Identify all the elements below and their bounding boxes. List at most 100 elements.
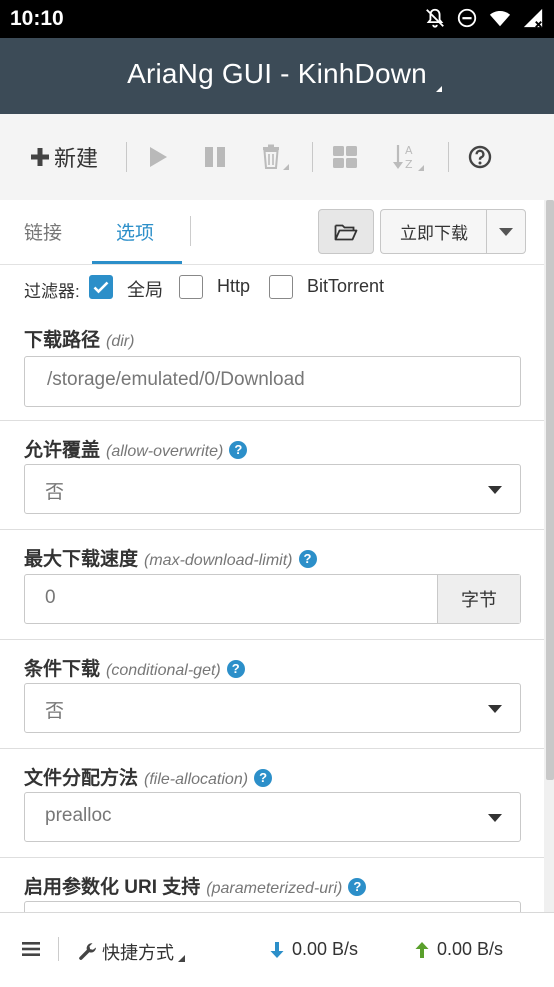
allow-overwrite-value: 否 [45, 482, 65, 503]
title-dropdown-icon[interactable] [436, 86, 442, 92]
shortcuts-label: 快捷方式 [102, 943, 174, 963]
menu-icon [22, 942, 40, 956]
option-title: 下载路径 (dir) [24, 325, 134, 352]
option-name: 下载路径 [24, 330, 101, 351]
help-icon[interactable]: ? [298, 550, 317, 568]
option-key: (file-allocation) [144, 771, 249, 788]
menu-button[interactable] [22, 941, 40, 962]
file-allocation-select[interactable]: prealloc [24, 792, 521, 842]
play-icon [150, 147, 167, 167]
upload-speed: 0.00 B/s [413, 939, 503, 960]
wrench-icon [79, 943, 96, 960]
trash-icon [263, 144, 289, 170]
download-now-button[interactable]: 立即下载 [380, 209, 487, 254]
checkmark-icon [93, 281, 109, 294]
option-name: 文件分配方法 [24, 768, 139, 789]
option-key: (conditional-get) [106, 662, 221, 679]
app-title[interactable]: AriaNg GUI - KinhDown [0, 58, 554, 90]
option-conditional-get: 条件下载 (conditional-get)? 否 [0, 640, 544, 749]
max-download-limit-value: 0 [45, 587, 56, 608]
status-time: 10:10 [10, 7, 64, 30]
new-task-tabs: 链接 选项 立即下载 [0, 200, 544, 264]
option-dir: 下载路径 (dir) /storage/emulated/0/Download [0, 311, 544, 421]
tabs-divider [190, 216, 191, 246]
option-key: (max-download-limit) [144, 552, 293, 569]
help-icon[interactable]: ? [226, 660, 245, 678]
upload-speed-value: 0.00 B/s [437, 939, 504, 959]
filter-global-label: 全局 [127, 280, 163, 300]
caret-down-icon [488, 486, 502, 494]
toolbar-divider [312, 142, 313, 172]
allow-overwrite-select[interactable]: 否 [24, 464, 521, 514]
pause-icon [205, 147, 225, 167]
filter-http-checkbox[interactable] [179, 275, 203, 299]
status-bar: 10:10 [0, 0, 554, 38]
sort-button[interactable]: AZ [392, 140, 426, 174]
option-title: 最大下载速度 (max-download-limit)? [24, 544, 317, 571]
download-options-dropdown[interactable] [486, 209, 526, 254]
parameterized-uri-select[interactable] [24, 901, 521, 912]
footer-divider [58, 937, 59, 961]
new-task-button[interactable]: 新建 [30, 140, 98, 174]
filter-bittorrent-label: BitTorrent [307, 276, 385, 296]
caret-corner-icon [178, 954, 185, 962]
filter-bittorrent-checkbox[interactable] [269, 275, 293, 299]
filter-global-checkbox[interactable] [89, 275, 113, 299]
arrow-down-icon [270, 941, 284, 958]
option-name: 启用参数化 URI 支持 [24, 877, 201, 898]
signal-icon [523, 8, 543, 28]
option-title: 启用参数化 URI 支持 (parameterized-uri)? [24, 872, 367, 899]
help-icon[interactable]: ? [348, 878, 367, 896]
tab-options[interactable]: 选项 [116, 218, 154, 245]
option-name: 允许覆盖 [24, 440, 101, 461]
option-file-allocation: 文件分配方法 (file-allocation)? prealloc [0, 749, 544, 858]
download-speed-value: 0.00 B/s [292, 939, 359, 959]
toolbar-divider [126, 142, 127, 172]
plus-icon [31, 148, 49, 166]
conditional-get-select[interactable]: 否 [24, 683, 521, 733]
grid-icon [333, 146, 357, 168]
filter-http-label: Http [217, 276, 251, 296]
svg-text:Z: Z [405, 158, 413, 171]
download-speed: 0.00 B/s [268, 939, 358, 960]
tab-links[interactable]: 链接 [24, 218, 62, 245]
delete-button[interactable] [258, 140, 292, 174]
help-icon[interactable]: ? [254, 769, 273, 787]
option-name: 最大下载速度 [24, 549, 139, 570]
status-footer: 快捷方式 0.00 B/s 0.00 B/s [0, 912, 554, 987]
dir-input[interactable]: /storage/emulated/0/Download [24, 356, 521, 407]
folder-open-icon [334, 224, 358, 240]
open-file-button[interactable] [318, 209, 374, 254]
notifications-off-icon [426, 8, 444, 28]
shortcuts-button[interactable]: 快捷方式 [78, 939, 185, 965]
option-parameterized-uri: 启用参数化 URI 支持 (parameterized-uri)? [0, 858, 544, 912]
wifi-icon [489, 11, 511, 27]
option-key: (parameterized-uri) [206, 880, 343, 897]
file-allocation-value: prealloc [45, 805, 112, 826]
pause-button[interactable] [202, 140, 228, 174]
sort-alpha-icon: AZ [393, 144, 424, 171]
unit-addon: 字节 [437, 575, 520, 623]
option-title: 条件下载 (conditional-get)? [24, 654, 245, 681]
svg-text:A: A [405, 144, 413, 157]
new-task-label: 新建 [54, 146, 99, 171]
do-not-disturb-icon [457, 8, 477, 28]
option-title: 允许覆盖 (allow-overwrite)? [24, 435, 248, 462]
help-button[interactable] [468, 140, 492, 174]
conditional-get-value: 否 [45, 701, 65, 722]
option-max-download-limit: 最大下载速度 (max-download-limit)? 0 字节 [0, 530, 544, 640]
option-key: (allow-overwrite) [106, 443, 224, 460]
option-filter: 过滤器: 全局 Http BitTorrent [0, 264, 544, 312]
scrollbar-thumb[interactable] [546, 200, 554, 780]
start-button[interactable] [146, 140, 170, 174]
caret-down-icon [499, 227, 513, 236]
caret-down-icon [488, 814, 502, 822]
option-key: (dir) [106, 333, 135, 350]
help-icon[interactable]: ? [229, 441, 248, 459]
help-icon [468, 145, 492, 169]
select-all-button[interactable] [332, 140, 358, 174]
arrow-up-icon [415, 941, 429, 958]
max-download-limit-input[interactable]: 0 字节 [24, 574, 521, 624]
filter-label: 过滤器: [24, 282, 80, 301]
option-allow-overwrite: 允许覆盖 (allow-overwrite)? 否 [0, 421, 544, 530]
